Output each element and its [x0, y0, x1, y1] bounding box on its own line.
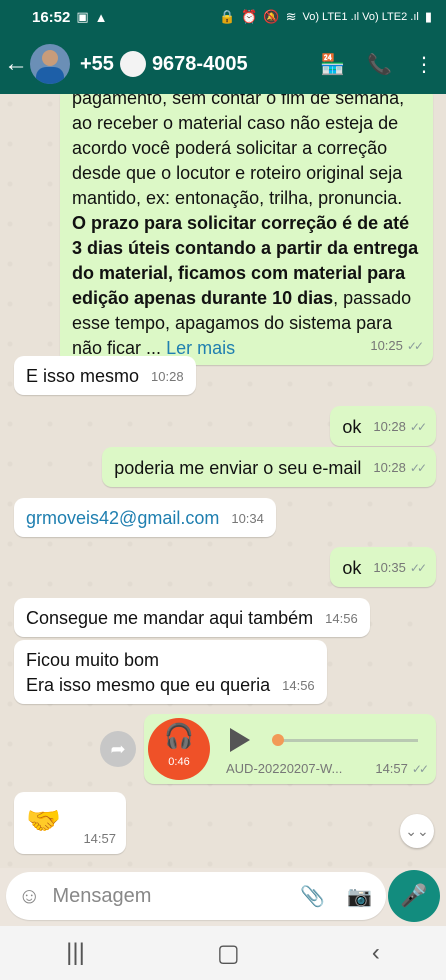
back-arrow-icon[interactable]: ←: [2, 50, 30, 78]
voice-message[interactable]: 🎧 0:46 AUD-20220207-W... 14:57 ✓✓: [144, 714, 436, 784]
message-incoming[interactable]: grmoveis42@gmail.com 10:34: [14, 498, 276, 537]
read-ticks-icon: ✓✓: [406, 339, 424, 353]
audio-seek-handle[interactable]: [272, 734, 284, 746]
message-bold-segment: edição apenas durante 10 dias: [72, 288, 334, 308]
alert-icon: ▲: [94, 9, 108, 25]
forward-icon[interactable]: ➦: [100, 731, 136, 767]
attach-icon[interactable]: 📎: [300, 884, 325, 909]
message-meta: 10:28 ✓✓: [373, 455, 427, 481]
alarm-icon: ⏰: [241, 9, 258, 24]
message-meta: 10:25 ✓✓: [370, 333, 424, 359]
home-icon[interactable]: ▢: [217, 939, 240, 968]
message-outgoing[interactable]: ok 10:28 ✓✓: [330, 406, 436, 446]
message-line-bold: 3 dias úteis contando a partir da entreg…: [72, 238, 419, 258]
message-incoming-emoji[interactable]: 🤝 14:57: [14, 792, 126, 854]
signal-text: Vo) LTE1 .ıl Vo) LTE2 .ıl: [302, 11, 419, 23]
message-line: Era isso mesmo que eu queria: [26, 675, 271, 695]
message-text: E isso mesmo: [26, 366, 140, 386]
input-bar: ☺ 📎 📷 🎤: [0, 868, 446, 924]
message-meta: 14:57 ✓✓: [375, 761, 429, 776]
email-link[interactable]: grmoveis42@gmail.com: [26, 506, 219, 531]
play-icon[interactable]: [230, 728, 250, 752]
message-line-bold: do material, ficamos com material para: [72, 263, 406, 283]
status-time: 16:52: [32, 8, 71, 26]
message-line: mantido, ex: entonação, trilha, pronunci…: [72, 188, 403, 208]
message-outgoing[interactable]: poderia me enviar o seu e-mail 10:28 ✓✓: [102, 447, 436, 487]
battery-icon: ▮: [424, 9, 432, 24]
read-ticks-icon: ✓✓: [409, 461, 427, 475]
chat-area[interactable]: pagamento, sem contar o fim de semana, a…: [0, 94, 446, 868]
system-nav-bar: ||| ▢ ‹: [0, 926, 446, 980]
wifi-icon: ≋: [285, 9, 297, 24]
message-input[interactable]: [52, 884, 283, 908]
redaction-mask: [119, 51, 146, 77]
message-time: 10:28: [373, 460, 406, 475]
mic-button[interactable]: 🎤: [388, 870, 440, 922]
recents-icon[interactable]: |||: [66, 939, 85, 967]
contact-name-prefix: +55: [80, 52, 114, 75]
contact-name-suffix: 9678-4005: [151, 52, 248, 75]
message-time: 10:28: [373, 419, 406, 434]
message-time: 10:25: [370, 338, 403, 353]
read-more-link[interactable]: Ler mais: [166, 338, 235, 358]
message-segment: não ficar ...: [72, 338, 162, 358]
message-line: esse tempo, apagamos do sistema para: [72, 313, 393, 333]
read-ticks-icon: ✓✓: [411, 762, 429, 776]
message-line: edição apenas durante 10 dias, passado: [72, 286, 421, 311]
emoji-icon[interactable]: ☺: [18, 883, 40, 909]
handshake-icon: 🤝: [26, 805, 61, 836]
audio-avatar: 🎧 0:46: [148, 718, 210, 780]
scroll-down-icon[interactable]: ⌄⌄: [400, 814, 434, 848]
message-incoming[interactable]: Ficou muito bom Era isso mesmo que eu qu…: [14, 640, 327, 704]
message-line-bold: O prazo para solicitar correção é de até: [72, 213, 410, 233]
mute-icon: 🔕: [263, 9, 280, 24]
message-input-container: ☺ 📎 📷: [6, 872, 386, 920]
message-time: 10:35: [373, 560, 406, 575]
message-line: desde que o locutor e roteiro original s…: [72, 163, 403, 183]
message-time: 14:57: [83, 831, 116, 846]
audio-seekbar[interactable]: [276, 739, 418, 742]
store-icon[interactable]: 🏪: [320, 52, 345, 77]
message-text: ok: [342, 558, 362, 578]
back-icon[interactable]: ‹: [372, 939, 380, 967]
chat-header: ← +55 9678-4005 🏪 📞 ⋮: [0, 34, 446, 94]
message-segment: , passado: [333, 288, 412, 308]
status-bar: 16:52 ▣ ▲ 🔒 ⏰ 🔕 ≋ Vo) LTE1 .ıl Vo) LTE2 …: [0, 0, 446, 34]
message-text: ok: [342, 417, 362, 437]
message-long-outgoing[interactable]: pagamento, sem contar o fim de semana, a…: [60, 94, 433, 365]
message-time: 10:28: [151, 369, 184, 384]
lock-icon: 🔒: [219, 9, 236, 24]
audio-filename: AUD-20220207-W...: [226, 761, 343, 776]
message-time: 14:56: [282, 678, 315, 693]
message-incoming[interactable]: E isso mesmo 10:28: [14, 356, 196, 395]
mic-icon: 🎤: [400, 883, 428, 908]
message-time: 10:34: [231, 511, 264, 526]
audio-duration: 0:46: [168, 756, 190, 768]
message-text: Consegue me mandar aqui também: [26, 608, 314, 628]
message-line: acordo você poderá solicitar a correção: [72, 138, 388, 158]
message-meta: 10:28 ✓✓: [373, 414, 427, 440]
message-time: 14:56: [325, 611, 358, 626]
camera-icon[interactable]: 📷: [347, 884, 372, 909]
message-line: pagamento, sem contar o fim de semana,: [72, 94, 405, 108]
image-icon: ▣: [76, 9, 89, 24]
message-line: ao receber o material caso não esteja de: [72, 113, 399, 133]
message-time: 14:57: [375, 761, 408, 776]
contact-name[interactable]: +55 9678-4005: [80, 51, 248, 77]
read-ticks-icon: ✓✓: [409, 420, 427, 434]
avatar[interactable]: [30, 44, 70, 84]
message-text: Ficou muito bom Era isso mesmo que eu qu…: [26, 648, 270, 698]
read-ticks-icon: ✓✓: [409, 561, 427, 575]
headphones-icon: 🎧: [164, 723, 194, 750]
message-meta: 10:35 ✓✓: [373, 555, 427, 581]
message-text: poderia me enviar o seu e-mail: [114, 458, 362, 478]
message-line: Ficou muito bom: [26, 650, 160, 670]
message-incoming[interactable]: Consegue me mandar aqui também 14:56: [14, 598, 370, 637]
add-call-icon[interactable]: 📞: [367, 52, 392, 77]
more-options-icon[interactable]: ⋮: [414, 52, 434, 77]
message-outgoing[interactable]: ok 10:35 ✓✓: [330, 547, 436, 587]
